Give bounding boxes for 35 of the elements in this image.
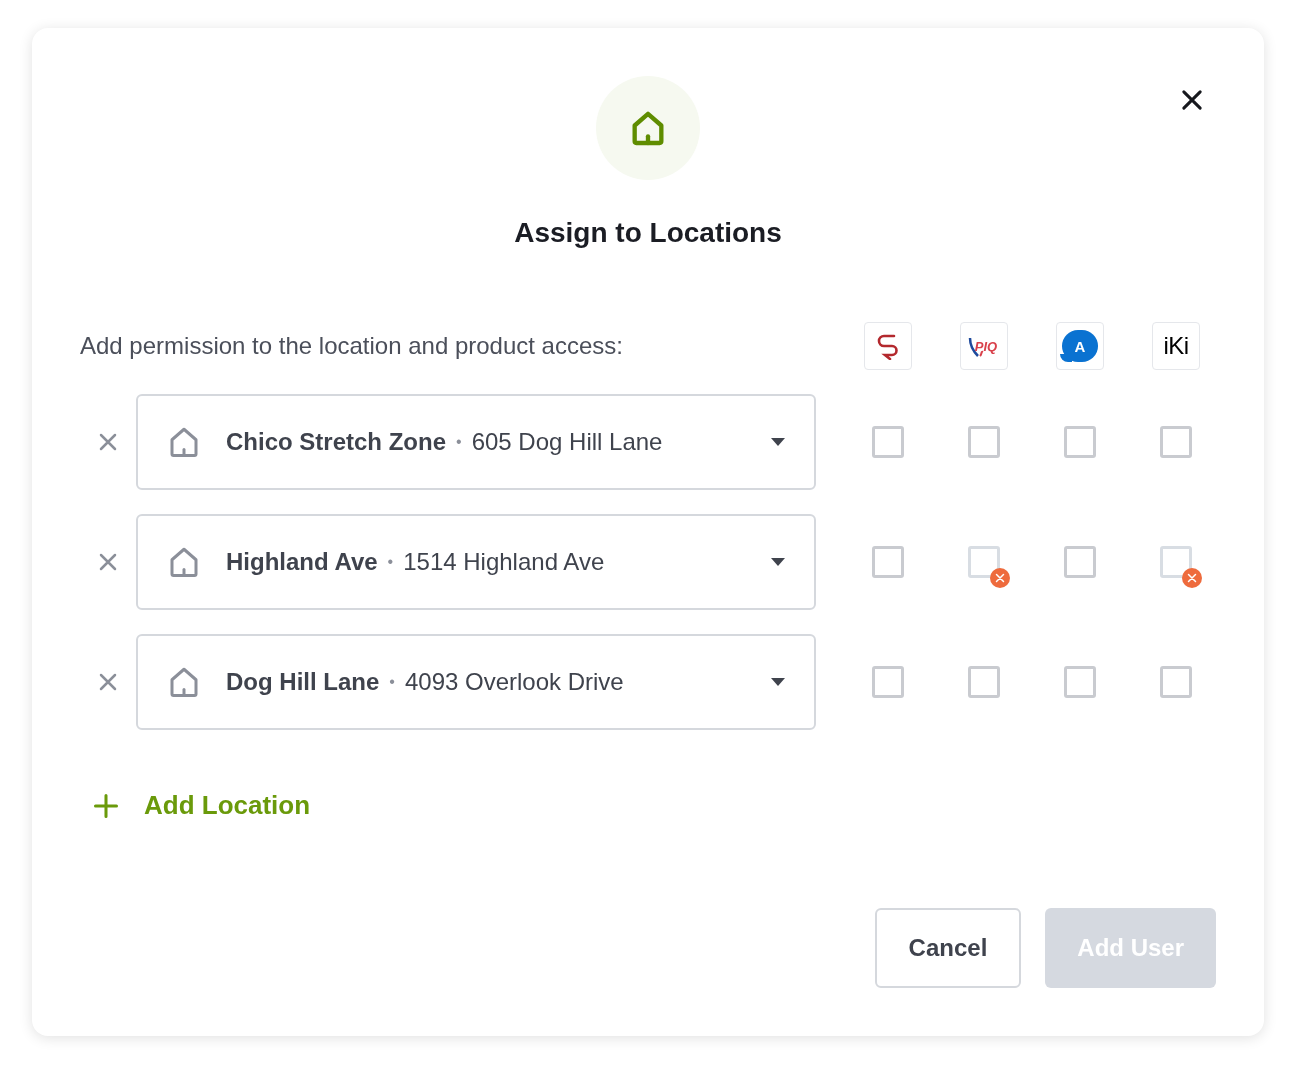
location-name: Highland Ave [226,547,378,577]
location-address: 605 Dog Hill Lane [471,427,663,457]
product-checkbox[interactable] [872,546,904,578]
product-checkbox[interactable] [1160,426,1192,458]
dialog-title: Assign to Locations [514,216,782,250]
plus-icon [92,791,120,820]
product-logo: A [1056,322,1104,370]
product-checkbox[interactable] [1064,426,1096,458]
product-checkbox[interactable] [1160,546,1192,578]
location-dropdown[interactable]: Chico Stretch Zone • 605 Dog Hill Lane [136,394,816,490]
product-checkbox[interactable] [1064,546,1096,578]
separator-dot: • [389,672,395,692]
product-checkbox[interactable] [872,426,904,458]
product-checkbox[interactable] [1064,666,1096,698]
separator-dot: • [387,552,394,572]
product-logo [864,322,912,370]
location-address: 1514 Highland Ave [403,547,605,577]
separator-dot: • [456,432,462,452]
location-name: Chico Stretch Zone [226,427,447,457]
caret-icon [770,677,786,687]
location-dropdown[interactable]: Highland Ave • 1514 Highland Ave [136,514,816,610]
location-dropdown[interactable]: Dog Hill Lane • 4093 Overlook Drive [136,634,816,730]
product-checkbox[interactable] [1160,666,1192,698]
location-address: 4093 Overlook Drive [404,667,624,697]
product-logo: PIQ [960,322,1008,370]
product-logo: iKi [1152,322,1200,370]
product-checkbox[interactable] [968,666,1000,698]
product-checkbox[interactable] [968,546,1000,578]
instruction-text: Add permission to the location and product access: [80,331,624,361]
product-checkbox[interactable] [872,666,904,698]
caret-icon [770,557,786,567]
location-name: Dog Hill Lane [226,667,380,697]
caret-icon [770,437,786,447]
cancel-button[interactable]: Cancel [874,908,1022,988]
product-checkbox[interactable] [968,426,1000,458]
